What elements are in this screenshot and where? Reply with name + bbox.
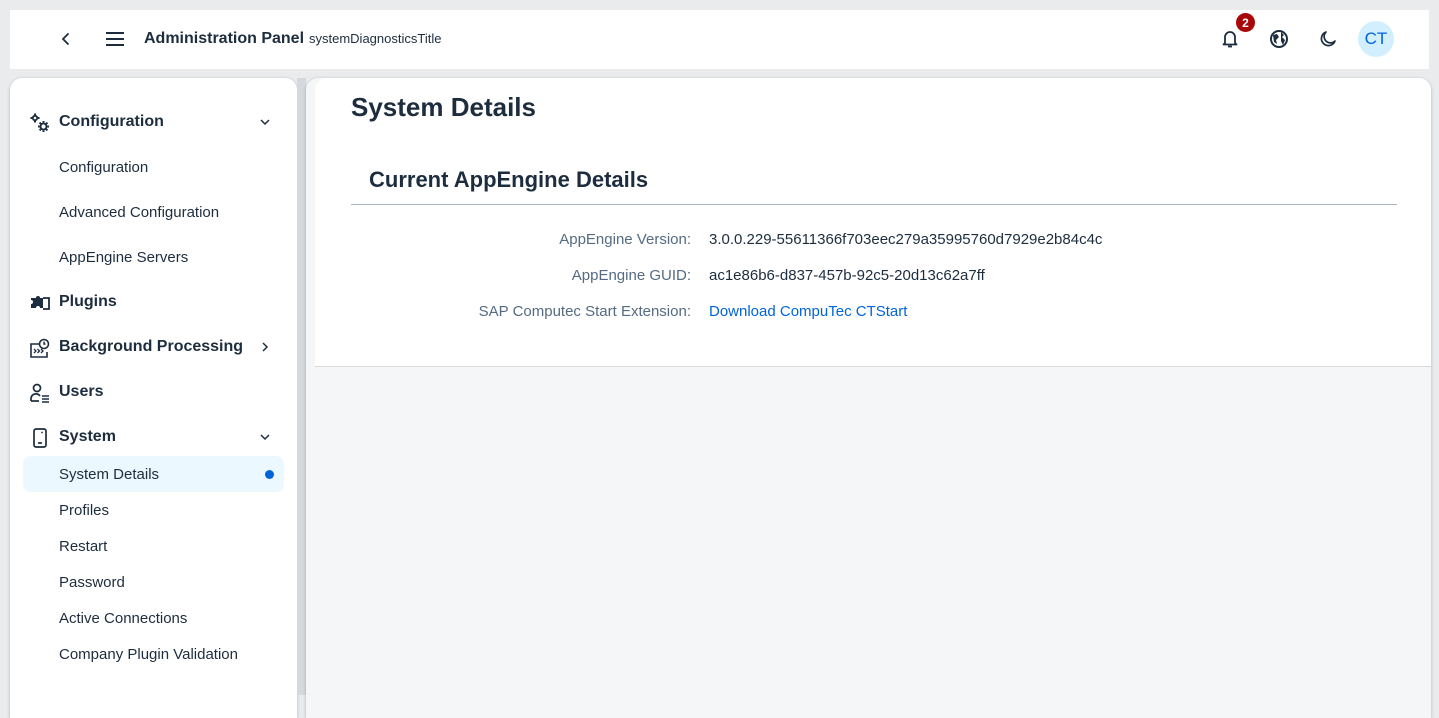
sidebar-item-label: Configuration xyxy=(59,158,149,176)
sidebar-group-system[interactable]: System xyxy=(23,419,284,455)
sidebar-item-active-connections[interactable]: Active Connections xyxy=(23,600,284,636)
chevron-down-icon xyxy=(257,114,273,130)
bell-icon xyxy=(1221,29,1239,49)
user-avatar[interactable]: CT xyxy=(1358,21,1394,57)
sidebar-item-system-details[interactable]: System Details xyxy=(23,456,284,492)
sidebar-item-configuration[interactable]: Configuration xyxy=(23,149,284,185)
sidebar-group-label: Plugins xyxy=(59,293,117,310)
sidebar-item-label: Password xyxy=(59,573,125,591)
puzzle-icon xyxy=(29,292,51,314)
back-button[interactable] xyxy=(48,21,84,57)
page-title: System Details xyxy=(351,92,536,122)
device-icon xyxy=(29,427,51,449)
moon-icon xyxy=(1319,30,1337,48)
chevron-left-icon xyxy=(59,32,73,46)
chevron-down-icon xyxy=(257,429,273,445)
field-start-extension: SAP Computec Start Extension: Download C… xyxy=(351,300,1397,324)
field-label: SAP Computec Start Extension: xyxy=(478,303,691,320)
sidebar-item-label: Advanced Configuration xyxy=(59,203,220,221)
sidebar-item-restart[interactable]: Restart xyxy=(23,528,284,564)
sidebar-group-label: Users xyxy=(59,383,104,400)
notification-badge: 2 xyxy=(1236,13,1255,32)
section-title: Current AppEngine Details xyxy=(369,167,649,192)
sidebar-item-label: Profiles xyxy=(59,501,110,519)
user-list-icon xyxy=(29,382,51,404)
sidebar-group-configuration[interactable]: Configuration xyxy=(23,104,284,140)
sidebar-group-label: Configuration xyxy=(59,113,164,130)
background-job-icon xyxy=(29,337,51,359)
sidebar-group-plugins[interactable]: Plugins xyxy=(23,284,284,320)
hamburger-menu-icon xyxy=(105,31,125,47)
field-label: AppEngine GUID: xyxy=(571,267,691,284)
field-appengine-guid: AppEngine GUID: ac1e86b6-d837-457b-92c5-… xyxy=(351,264,1397,288)
gears-icon xyxy=(29,112,51,134)
chevron-right-icon xyxy=(257,339,273,355)
field-appengine-version: AppEngine Version: 3.0.0.229-55611366f70… xyxy=(351,228,1397,252)
app-title: Administration Panel xyxy=(144,30,305,47)
sidebar-item-advanced-configuration[interactable]: Advanced Configuration xyxy=(23,194,284,230)
sidebar: Configuration Configuration Advanced Con… xyxy=(10,78,297,718)
field-value: ac1e86b6-d837-457b-92c5-20d13c62a7ff xyxy=(709,267,985,284)
sidebar-item-label: Company Plugin Validation xyxy=(59,645,238,663)
field-label: AppEngine Version: xyxy=(559,231,691,248)
selected-indicator-dot xyxy=(265,470,274,479)
sidebar-resize-handle[interactable] xyxy=(297,78,306,695)
main-content: System Details Current AppEngine Details… xyxy=(306,78,1431,718)
sidebar-item-label: AppEngine Servers xyxy=(59,248,189,266)
language-button[interactable] xyxy=(1261,21,1297,57)
sidebar-group-background-processing[interactable]: Background Processing xyxy=(23,329,284,365)
sidebar-item-appengine-servers[interactable]: AppEngine Servers xyxy=(23,239,284,275)
globe-icon xyxy=(1269,29,1289,49)
section-divider xyxy=(351,204,1397,205)
sidebar-group-label: Background Processing xyxy=(59,338,244,355)
sidebar-item-company-plugin-validation[interactable]: Company Plugin Validation xyxy=(23,636,284,672)
sidebar-item-profiles[interactable]: Profiles xyxy=(23,492,284,528)
sidebar-item-label: Active Connections xyxy=(59,609,188,627)
app-subtitle: systemDiagnosticsTitle xyxy=(309,31,442,46)
download-ctstart-link[interactable]: Download CompuTec CTStart xyxy=(709,303,907,320)
system-details-panel: System Details Current AppEngine Details… xyxy=(315,78,1431,367)
field-value: 3.0.0.229-55611366f703eec279a35995760d79… xyxy=(709,231,1103,248)
sidebar-item-password[interactable]: Password xyxy=(23,564,284,600)
menu-button[interactable] xyxy=(97,21,133,57)
theme-toggle-button[interactable] xyxy=(1310,21,1346,57)
sidebar-group-users[interactable]: Users xyxy=(23,374,284,410)
sidebar-group-label: System xyxy=(59,428,116,445)
shell-header: Administration Panel systemDiagnosticsTi… xyxy=(10,10,1429,69)
sidebar-item-label: Restart xyxy=(59,537,108,555)
avatar-initials: CT xyxy=(1364,29,1388,48)
sidebar-item-label: System Details xyxy=(59,465,160,483)
